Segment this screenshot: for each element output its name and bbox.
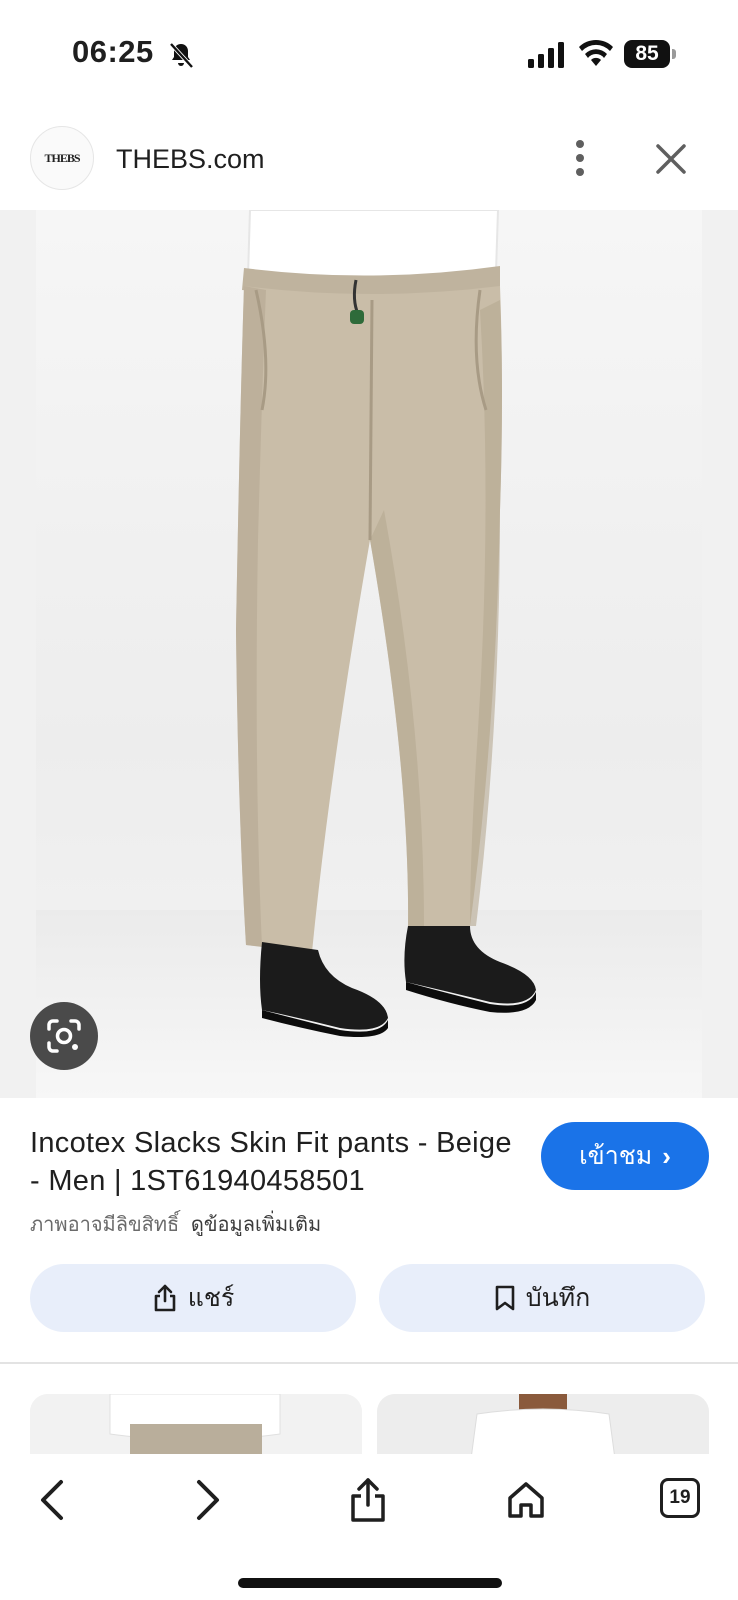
share-button-label: แชร์ xyxy=(187,1284,235,1312)
visit-button-label: เข้าชม xyxy=(579,1142,653,1170)
related-thumbnail-image xyxy=(377,1394,709,1454)
related-thumbnail[interactable] xyxy=(377,1394,709,1454)
battery-level: 85 xyxy=(635,42,659,65)
google-lens-button[interactable] xyxy=(30,1002,98,1070)
learn-more-link[interactable]: ดูข้อมูลเพิ่มเติม xyxy=(191,1214,321,1236)
product-image[interactable] xyxy=(0,210,738,1098)
tabs-icon: 19 xyxy=(660,1478,700,1518)
battery-icon: 85 xyxy=(624,40,676,68)
copyright-notice: ภาพอาจมีลิขสิทธิ์ ดูข้อมูลเพิ่มเติม xyxy=(30,1208,321,1240)
google-lens-icon xyxy=(47,1019,81,1053)
share-icon xyxy=(351,1478,385,1522)
related-results xyxy=(0,1364,738,1454)
save-button-label: บันทึก xyxy=(525,1284,591,1312)
wifi-icon xyxy=(579,39,613,66)
toolbar-share-button[interactable] xyxy=(340,1472,396,1528)
vertical-dots-icon[interactable] xyxy=(562,138,598,178)
share-icon xyxy=(154,1284,176,1312)
home-button[interactable] xyxy=(498,1472,554,1528)
save-button[interactable]: บันทึก xyxy=(379,1264,705,1332)
copyright-text: ภาพอาจมีลิขสิทธิ์ xyxy=(30,1214,180,1236)
home-icon xyxy=(508,1482,544,1518)
browser-toolbar: 19 xyxy=(0,1454,738,1600)
pants-illustration xyxy=(236,210,536,1037)
cellular-signal-icon xyxy=(528,42,564,68)
product-info: Incotex Slacks Skin Fit pants - Beige - … xyxy=(0,1098,738,1360)
image-source-header: THEBS THEBS.com xyxy=(0,110,738,210)
forward-button[interactable] xyxy=(180,1472,236,1528)
site-name[interactable]: THEBS.com xyxy=(116,144,265,175)
tabs-button[interactable]: 19 xyxy=(656,1472,712,1528)
site-logo[interactable]: THEBS xyxy=(30,126,94,190)
home-indicator[interactable] xyxy=(238,1578,502,1588)
related-thumbnail-image xyxy=(30,1394,362,1454)
chevron-right-icon: › xyxy=(662,1140,671,1171)
visit-button[interactable]: เข้าชม › xyxy=(541,1122,709,1190)
share-button[interactable]: แชร์ xyxy=(30,1264,356,1332)
close-icon[interactable] xyxy=(654,142,688,176)
bell-off-icon xyxy=(169,42,194,69)
status-bar: 06:25 85 xyxy=(0,0,738,110)
bookmark-icon xyxy=(495,1285,515,1311)
forward-icon xyxy=(197,1480,219,1520)
back-button[interactable] xyxy=(24,1472,80,1528)
back-icon xyxy=(41,1480,63,1520)
related-thumbnail[interactable] xyxy=(30,1394,362,1454)
status-time: 06:25 xyxy=(72,34,154,69)
product-title[interactable]: Incotex Slacks Skin Fit pants - Beige - … xyxy=(30,1124,520,1200)
